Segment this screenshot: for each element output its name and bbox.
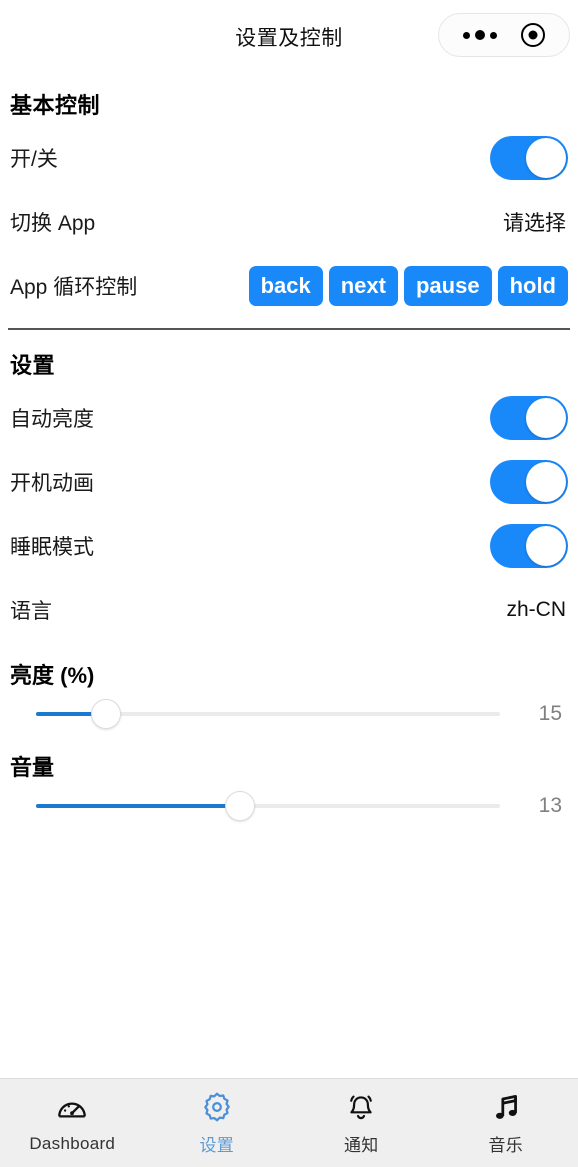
picker-value-language[interactable]: zh-CN bbox=[506, 598, 568, 622]
tab-label-music: 音乐 bbox=[488, 1136, 524, 1155]
row-power[interactable]: 开/关 bbox=[8, 126, 570, 190]
row-label-auto-brightness: 自动亮度 bbox=[10, 408, 94, 431]
gear-icon bbox=[203, 1092, 230, 1122]
row-label-boot-animation: 开机动画 bbox=[10, 472, 94, 495]
tab-label-settings: 设置 bbox=[199, 1136, 235, 1155]
content-area: 基本控制 开/关 切换 App 请选择 App 循环控制 back next p… bbox=[0, 88, 578, 826]
row-boot-animation[interactable]: 开机动画 bbox=[8, 450, 570, 514]
tab-music[interactable]: 音乐 bbox=[434, 1079, 578, 1167]
row-label-switch-app: 切换 App bbox=[10, 212, 96, 235]
slider-fill-volume bbox=[36, 804, 241, 808]
slider-label-volume: 音量 bbox=[10, 755, 55, 780]
row-switch-app[interactable]: 切换 App 请选择 bbox=[8, 190, 570, 254]
more-dots-icon[interactable] bbox=[463, 30, 497, 40]
slider-track-brightness[interactable] bbox=[36, 699, 500, 729]
gauge-icon bbox=[58, 1101, 87, 1118]
toggle-knob bbox=[526, 526, 566, 566]
tab-label-notifications: 通知 bbox=[343, 1136, 379, 1155]
row-label-app-loop-control: App 循环控制 bbox=[10, 276, 138, 299]
next-button[interactable]: next bbox=[328, 266, 398, 306]
toggle-knob bbox=[526, 138, 566, 178]
slider-value-brightness: 15 bbox=[538, 702, 562, 725]
bell-icon bbox=[350, 1095, 373, 1120]
slider-label-brightness: 亮度 (%) bbox=[10, 663, 95, 688]
slider-thumb-brightness[interactable] bbox=[90, 699, 121, 729]
miniprogram-capsule[interactable] bbox=[438, 13, 570, 57]
toggle-boot-animation[interactable] bbox=[490, 460, 568, 504]
toggle-sleep-mode[interactable] bbox=[490, 524, 568, 568]
row-auto-brightness[interactable]: 自动亮度 bbox=[8, 386, 570, 450]
settings-and-control-screen: 设置及控制 基本控制 开/关 切换 App 请选择 App 循环控制 back … bbox=[0, 0, 578, 1167]
tab-dashboard[interactable]: Dashboard bbox=[0, 1079, 145, 1167]
row-language[interactable]: 语言 zh-CN bbox=[8, 578, 570, 642]
row-label-sleep-mode: 睡眠模式 bbox=[10, 536, 94, 559]
slider-thumb-volume[interactable] bbox=[225, 791, 256, 821]
tab-settings[interactable]: 设置 bbox=[145, 1079, 290, 1167]
row-sleep-mode[interactable]: 睡眠模式 bbox=[8, 514, 570, 578]
slider-row-volume: 13 bbox=[8, 786, 570, 826]
app-loop-button-group: back next pause hold bbox=[248, 266, 568, 306]
picker-value-switch-app[interactable]: 请选择 bbox=[503, 207, 568, 237]
slider-row-brightness: 15 bbox=[8, 694, 570, 734]
slider-track-volume[interactable] bbox=[36, 791, 500, 821]
section-title-settings: 设置 bbox=[10, 353, 56, 378]
row-app-loop-control: App 循环控制 back next pause hold bbox=[8, 254, 570, 318]
section-title-basic-control: 基本控制 bbox=[10, 93, 101, 118]
tab-label-dashboard: Dashboard bbox=[29, 1133, 116, 1153]
nav-bar: 设置及控制 bbox=[0, 0, 578, 70]
back-button[interactable]: back bbox=[248, 266, 323, 306]
hold-button[interactable]: hold bbox=[497, 266, 568, 306]
tab-bar: Dashboard 设置 通知 音乐 bbox=[0, 1078, 578, 1167]
tab-notifications[interactable]: 通知 bbox=[289, 1079, 434, 1167]
section-divider bbox=[8, 328, 570, 330]
row-label-power: 开/关 bbox=[10, 148, 58, 171]
target-icon[interactable] bbox=[521, 23, 545, 47]
toggle-power[interactable] bbox=[490, 136, 568, 180]
pause-button[interactable]: pause bbox=[403, 266, 492, 306]
toggle-knob bbox=[526, 398, 566, 438]
row-label-language: 语言 bbox=[10, 600, 52, 623]
music-note-icon bbox=[495, 1094, 517, 1119]
toggle-auto-brightness[interactable] bbox=[490, 396, 568, 440]
slider-value-volume: 13 bbox=[538, 794, 562, 817]
toggle-knob bbox=[526, 462, 566, 502]
